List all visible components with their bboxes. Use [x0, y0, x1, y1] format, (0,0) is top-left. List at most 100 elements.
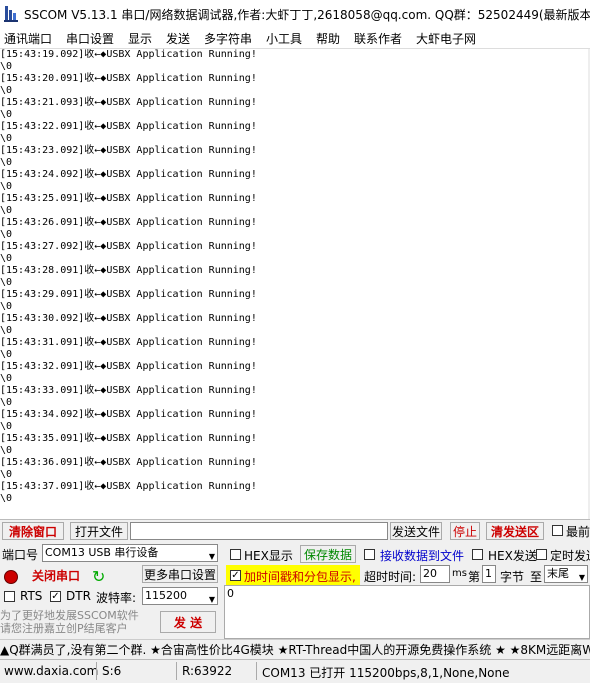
log-line: \0: [0, 469, 13, 480]
app-logo-icon: [4, 6, 18, 22]
timed-send-label: 定时发送: [550, 549, 590, 563]
hex-send-label: HEX发送: [488, 549, 537, 563]
received-count: R:63922: [182, 664, 233, 678]
log-line: \0: [0, 205, 13, 216]
port-select[interactable]: COM13 USB 串行设备 ▼: [42, 544, 218, 562]
rts-label: RTS: [20, 589, 43, 603]
hex-send-checkbox[interactable]: [472, 549, 483, 560]
log-line: \0: [0, 373, 13, 384]
baud-select[interactable]: 115200 ▼: [142, 587, 218, 605]
status-bar: www.daxia.com S:6 R:63922 COM13 已打开 1152…: [0, 659, 590, 683]
port-label: 端口号: [2, 548, 39, 562]
log-line: [15:43:30.092]收←◆USBX Application Runnin…: [0, 313, 257, 324]
port-status-icon: [4, 570, 18, 584]
log-line: [15:43:28.091]收←◆USBX Application Runnin…: [0, 265, 257, 276]
menu-multi-string[interactable]: 多字符串: [204, 30, 252, 47]
log-line: \0: [0, 253, 13, 264]
log-line: [15:43:37.091]收←◆USBX Application Runnin…: [0, 481, 257, 492]
timed-send-checkbox[interactable]: [536, 549, 547, 560]
refresh-icon[interactable]: ↻: [92, 567, 105, 586]
more-settings-button[interactable]: 更多串口设置: [142, 565, 218, 583]
log-line: [15:43:35.091]收←◆USBX Application Runnin…: [0, 433, 257, 444]
page-input[interactable]: 1: [482, 565, 496, 583]
log-line: [15:43:22.091]收←◆USBX Application Runnin…: [0, 121, 257, 132]
open-file-button[interactable]: 打开文件: [70, 522, 128, 540]
menu-tools[interactable]: 小工具: [266, 30, 302, 47]
topmost-checkbox[interactable]: [552, 525, 563, 536]
port-info: COM13 已打开 115200bps,8,1,None,None: [262, 666, 510, 680]
log-line: \0: [0, 61, 13, 72]
log-line: \0: [0, 181, 13, 192]
clear-send-button[interactable]: 清发送区: [486, 522, 544, 540]
rts-checkbox[interactable]: [4, 591, 15, 602]
log-line: [15:43:20.091]收←◆USBX Application Runnin…: [0, 73, 257, 84]
menu-daxia-site[interactable]: 大虾电子网: [416, 30, 476, 47]
log-line: [15:43:29.091]收←◆USBX Application Runnin…: [0, 289, 257, 300]
end-select[interactable]: 末尾 ▼: [544, 565, 588, 583]
save-data-button[interactable]: 保存数据: [300, 545, 356, 563]
log-line: \0: [0, 493, 13, 504]
byte-label: 字节: [500, 570, 525, 584]
log-line: \0: [0, 445, 13, 456]
menu-bar: 通讯端口 串口设置 显示 发送 多字符串 小工具 帮助 联系作者 大虾电子网: [0, 28, 590, 49]
hex-display-label: HEX显示: [244, 549, 293, 563]
log-line: \0: [0, 229, 13, 240]
menu-serial-settings[interactable]: 串口设置: [66, 30, 114, 47]
end-select-value: 末尾: [547, 567, 569, 580]
menu-send[interactable]: 发送: [166, 30, 190, 47]
promo-banner[interactable]: ▲Q群满员了,没有第二个群. ★合宙高性价比4G模块 ★RT-Thread中国人…: [0, 639, 590, 660]
log-line: \0: [0, 109, 13, 120]
dtr-label: DTR: [66, 589, 91, 603]
chevron-down-icon: ▼: [578, 573, 585, 582]
stop-button[interactable]: 停止: [450, 522, 480, 540]
log-line: [15:43:34.092]收←◆USBX Application Runnin…: [0, 409, 257, 420]
action-row: 清除窗口 打开文件 发送文件 停止 清发送区 最前: [0, 519, 590, 544]
clear-window-button[interactable]: 清除窗口: [2, 522, 64, 540]
chevron-down-icon: ▼: [208, 552, 215, 561]
menu-comm-port[interactable]: 通讯端口: [4, 30, 52, 47]
timeout-label: 超时时间:: [364, 570, 417, 584]
send-text-area[interactable]: 0: [224, 585, 590, 639]
ms-label: ms: [452, 568, 467, 579]
log-line: \0: [0, 85, 13, 96]
log-line: \0: [0, 301, 13, 312]
to-label: 至: [530, 570, 543, 584]
log-line: \0: [0, 421, 13, 432]
close-port-button[interactable]: 关闭串口: [24, 567, 88, 585]
log-line: \0: [0, 133, 13, 144]
baud-select-value: 115200: [145, 589, 187, 602]
log-line: \0: [0, 325, 13, 336]
hex-display-checkbox[interactable]: [230, 549, 241, 560]
recv-to-file-checkbox[interactable]: [364, 549, 375, 560]
title-bar: SSCOM V5.13.1 串口/网络数据调试器,作者:大虾丁丁,2618058…: [0, 0, 590, 28]
control-panel: 端口号 COM13 USB 串行设备 ▼ 关闭串口 ↻ 更多串口设置 RTS ✓…: [0, 543, 590, 639]
window-title: SSCOM V5.13.1 串口/网络数据调试器,作者:大虾丁丁,2618058…: [24, 8, 590, 22]
log-line: [15:43:19.092]收←◆USBX Application Runnin…: [0, 49, 257, 60]
log-line: [15:43:25.091]收←◆USBX Application Runnin…: [0, 193, 257, 204]
promo-text[interactable]: 为了更好地发展SSCOM软件 请您注册嘉立创P结尾客户: [0, 609, 139, 635]
chevron-down-icon: ▼: [208, 595, 215, 604]
file-path-input[interactable]: [130, 522, 388, 540]
log-line: [15:43:26.091]收←◆USBX Application Runnin…: [0, 217, 257, 228]
recv-to-file-label: 接收数据到文件: [380, 549, 465, 563]
timestamp-checkbox[interactable]: ✓: [230, 570, 241, 581]
log-line: [15:43:32.091]收←◆USBX Application Runnin…: [0, 361, 257, 372]
receive-area[interactable]: [15:43:19.092]收←◆USBX Application Runnin…: [0, 49, 590, 519]
log-line: [15:43:23.092]收←◆USBX Application Runnin…: [0, 145, 257, 156]
menu-help[interactable]: 帮助: [316, 30, 340, 47]
timeout-input[interactable]: 20: [420, 565, 450, 583]
menu-display[interactable]: 显示: [128, 30, 152, 47]
menu-contact-author[interactable]: 联系作者: [354, 30, 402, 47]
baud-label: 波特率:: [96, 591, 137, 605]
log-line: \0: [0, 277, 13, 288]
dtr-checkbox[interactable]: ✓: [50, 591, 61, 602]
send-file-button[interactable]: 发送文件: [390, 522, 442, 540]
log-line: \0: [0, 349, 13, 360]
timestamp-label: 加时间戳和分包显示,: [244, 570, 356, 584]
site-link[interactable]: www.daxia.com: [4, 664, 98, 678]
log-line: [15:43:24.092]收←◆USBX Application Runnin…: [0, 169, 257, 180]
send-text-value: 0: [227, 587, 234, 600]
log-line: [15:43:36.091]收←◆USBX Application Runnin…: [0, 457, 257, 468]
log-line: [15:43:21.093]收←◆USBX Application Runnin…: [0, 97, 257, 108]
send-button[interactable]: 发 送: [160, 611, 216, 633]
